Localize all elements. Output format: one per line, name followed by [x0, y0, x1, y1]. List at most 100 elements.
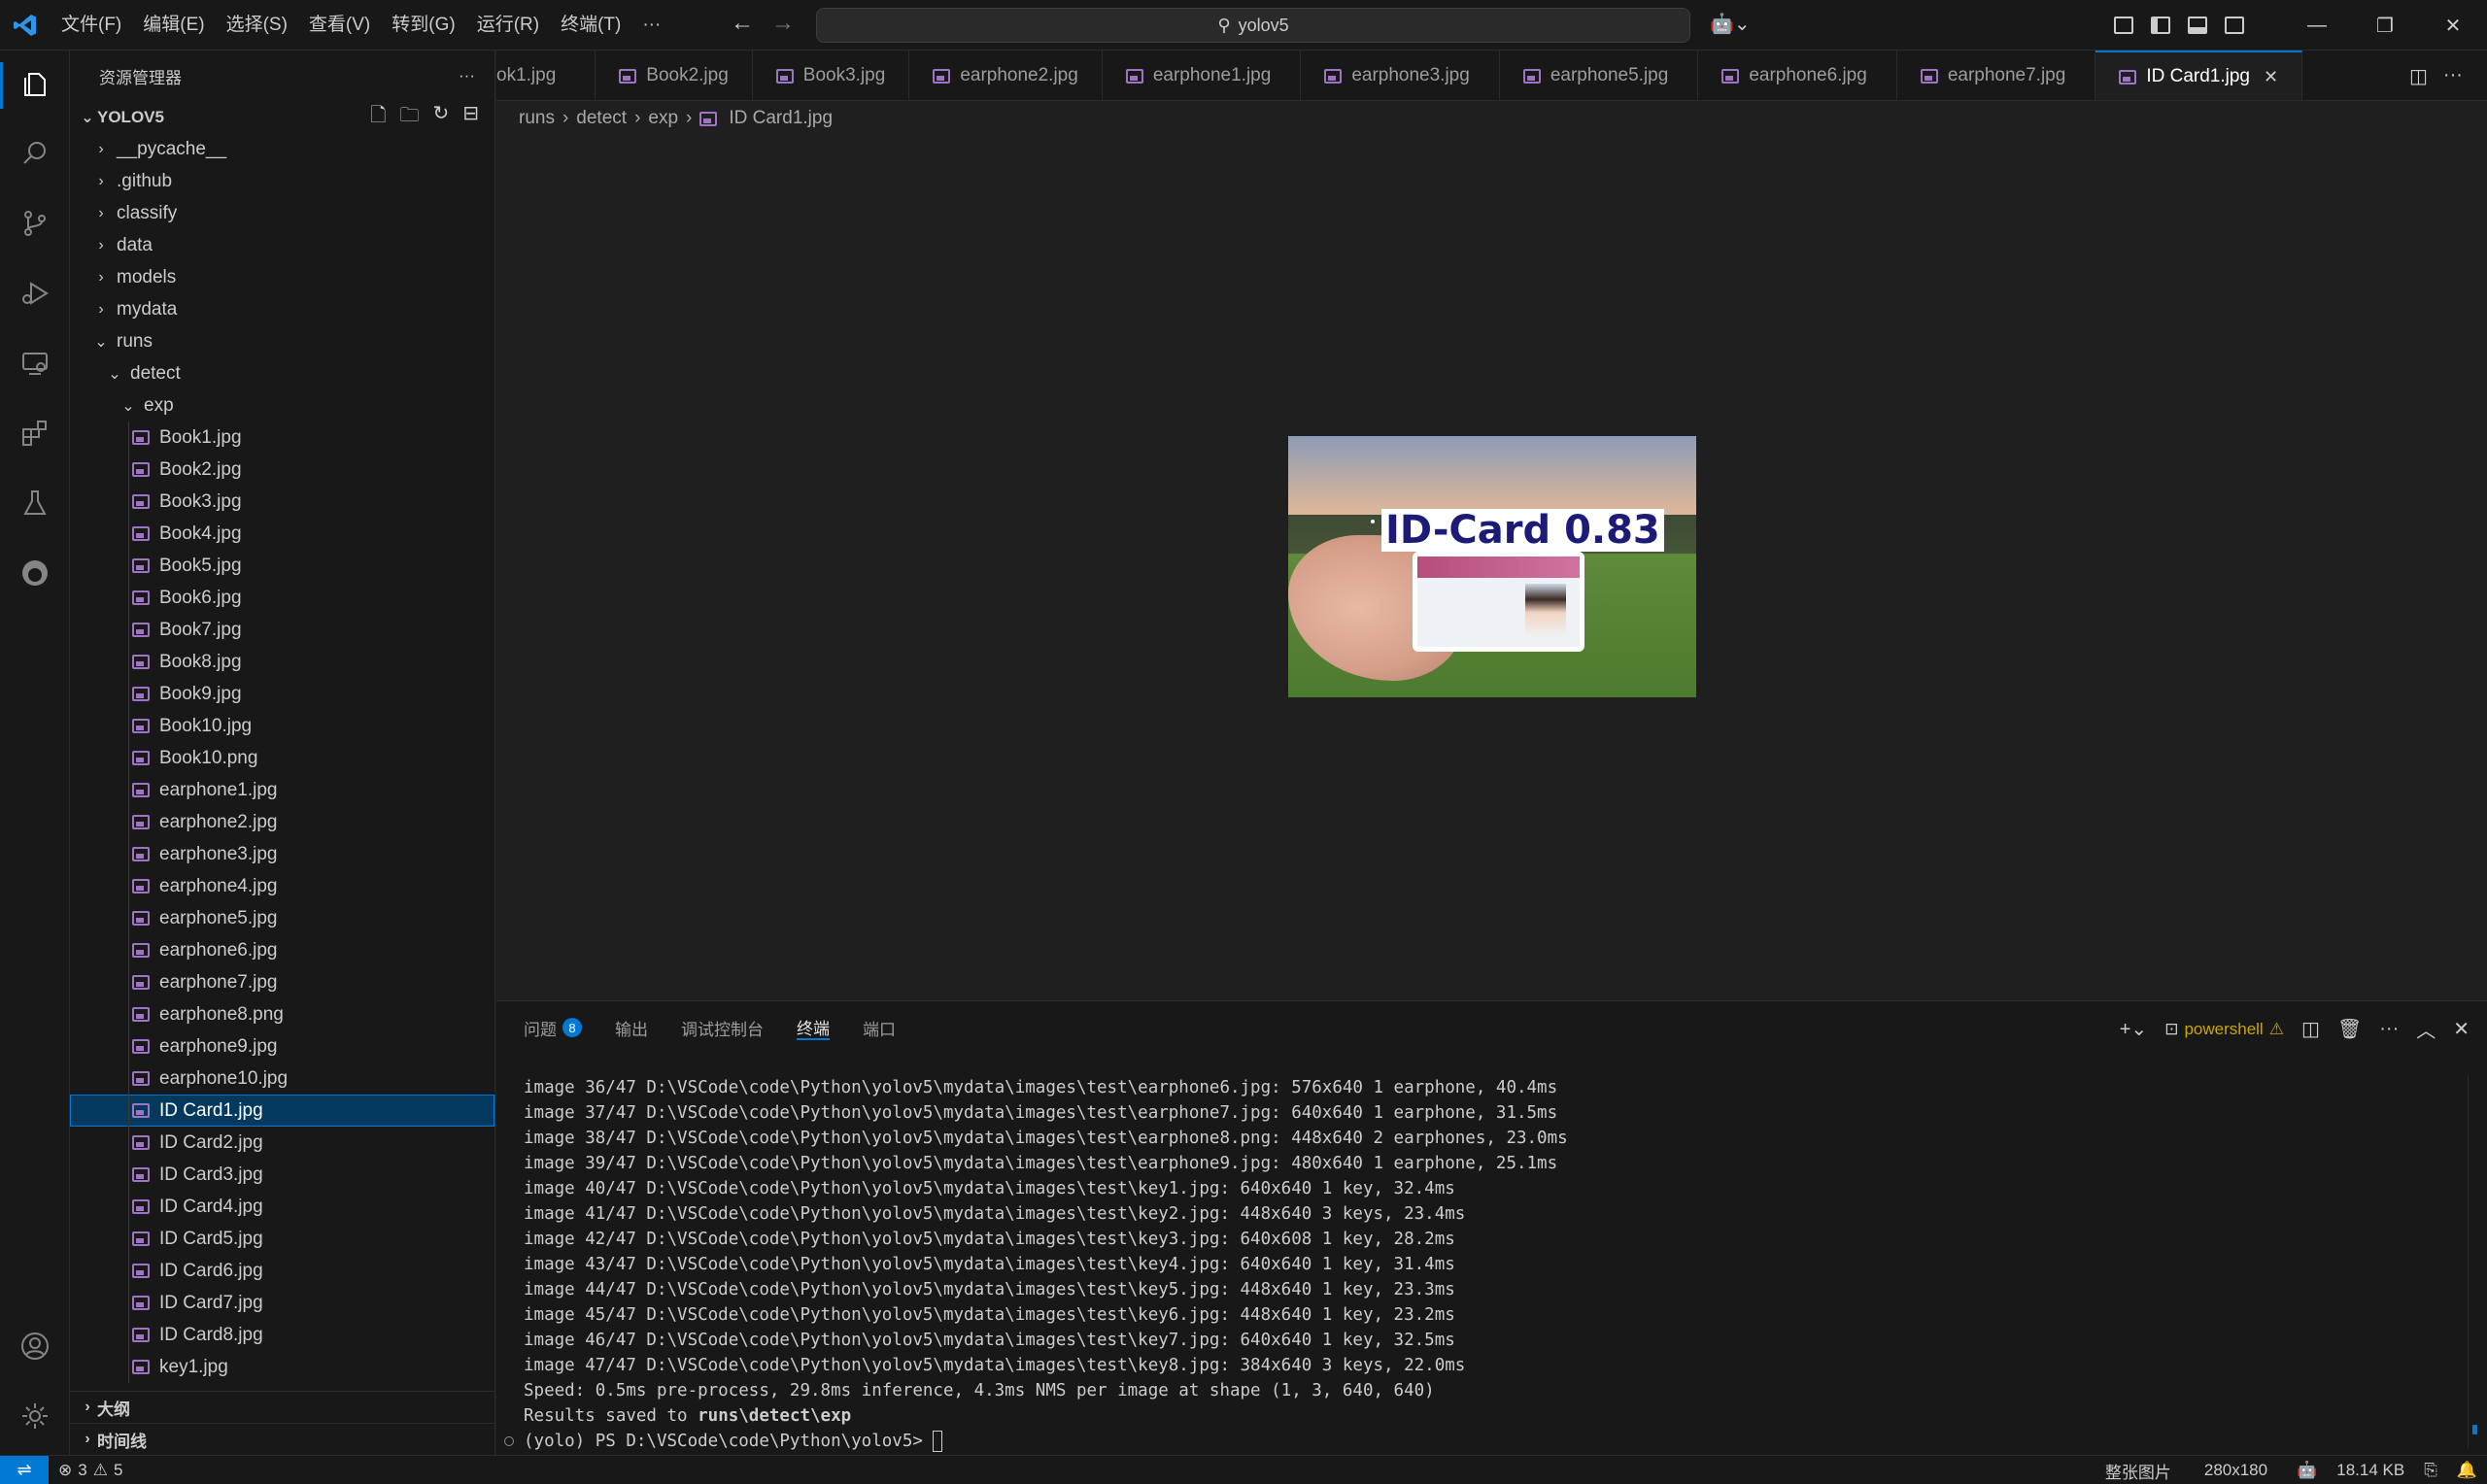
- file-item[interactable]: ID Card6.jpg: [70, 1255, 494, 1287]
- timeline-section[interactable]: › 时间线: [70, 1423, 495, 1455]
- editor-tab[interactable]: Book2.jpg: [596, 51, 753, 100]
- file-item[interactable]: earphone5.jpg: [70, 902, 494, 934]
- file-item[interactable]: Book6.jpg: [70, 582, 494, 614]
- file-item[interactable]: earphone9.jpg: [70, 1030, 494, 1062]
- notifications-bell-icon[interactable]: 🔔: [2447, 1461, 2487, 1480]
- menu-item[interactable]: 文件(F): [51, 0, 132, 51]
- file-item[interactable]: earphone3.jpg: [70, 838, 494, 870]
- close-panel-icon[interactable]: ✕: [2453, 1017, 2470, 1041]
- copilot-icon[interactable]: 🤖⌄: [1710, 12, 1751, 36]
- file-item[interactable]: earphone1.jpg: [70, 774, 494, 806]
- menu-item[interactable]: 查看(V): [298, 0, 381, 51]
- explorer-icon[interactable]: [16, 64, 54, 103]
- close-tab-icon[interactable]: ✕: [2264, 67, 2278, 87]
- folder-item[interactable]: › data: [70, 229, 494, 261]
- kill-terminal-icon[interactable]: 🗑: [2337, 1017, 2362, 1041]
- editor-tab[interactable]: earphone5.jpg: [1500, 51, 1699, 100]
- folder-item[interactable]: › .github: [70, 165, 494, 197]
- file-item[interactable]: earphone2.jpg: [70, 806, 494, 838]
- terminal-shell[interactable]: ⊡ powershell ⚠: [2164, 1020, 2284, 1039]
- copilot-status-icon[interactable]: 🤖: [2287, 1461, 2327, 1480]
- folder-item[interactable]: › classify: [70, 197, 494, 229]
- folder-item[interactable]: ⌄ detect: [70, 357, 494, 389]
- panel-tab[interactable]: 端口: [863, 1015, 896, 1040]
- file-item[interactable]: ID Card5.jpg: [70, 1223, 494, 1255]
- terminal-scrollbar[interactable]: [2468, 1075, 2481, 1448]
- folder-item[interactable]: › models: [70, 261, 494, 293]
- toggle-primary-sidebar-icon[interactable]: [2151, 17, 2170, 34]
- file-item[interactable]: Book4.jpg: [70, 518, 494, 550]
- accounts-icon[interactable]: [16, 1327, 54, 1366]
- folder-item[interactable]: ⌄ runs: [70, 325, 494, 357]
- remote-indicator-icon[interactable]: ⇌: [0, 1455, 49, 1484]
- breadcrumb-item[interactable]: exp: [648, 108, 678, 129]
- editor-tab[interactable]: earphone1.jpg: [1103, 51, 1302, 100]
- workspace-root[interactable]: ⌄ YOLOV5 🗋 🗀 ↻ ⊟: [70, 101, 494, 133]
- file-item[interactable]: Book1.jpg: [70, 422, 494, 454]
- restore-icon[interactable]: ❐: [2351, 14, 2419, 38]
- minimize-icon[interactable]: —: [2283, 15, 2351, 37]
- folder-item[interactable]: ⌄ exp: [70, 389, 494, 422]
- file-item[interactable]: key1.jpg: [70, 1351, 494, 1383]
- run-debug-icon[interactable]: [16, 274, 54, 313]
- more-actions-icon[interactable]: ···: [459, 66, 475, 85]
- close-window-icon[interactable]: ✕: [2419, 14, 2487, 38]
- file-item[interactable]: Book10.jpg: [70, 710, 494, 742]
- new-folder-icon[interactable]: 🗀: [399, 101, 419, 134]
- breadcrumb-item[interactable]: detect: [576, 108, 627, 129]
- editor-tab[interactable]: earphone7.jpg: [1897, 51, 2096, 100]
- menu-item[interactable]: 选择(S): [216, 0, 298, 51]
- settings-gear-icon[interactable]: [16, 1397, 54, 1435]
- file-item[interactable]: earphone10.jpg: [70, 1062, 494, 1095]
- file-item[interactable]: Book7.jpg: [70, 614, 494, 646]
- source-control-icon[interactable]: [16, 204, 54, 243]
- outline-section[interactable]: › 大纲: [70, 1391, 495, 1423]
- menu-item[interactable]: 转到(G): [381, 0, 465, 51]
- command-center-search[interactable]: ⚲ yolov5: [816, 8, 1690, 43]
- file-item[interactable]: ID Card3.jpg: [70, 1159, 494, 1191]
- more-actions-icon[interactable]: ···: [2379, 1018, 2399, 1040]
- toggle-panel-icon[interactable]: [2188, 17, 2207, 34]
- refresh-icon[interactable]: ↻: [432, 101, 449, 134]
- menu-item[interactable]: ···: [631, 0, 671, 51]
- toggle-secondary-sidebar-icon[interactable]: [2225, 17, 2244, 34]
- split-terminal-icon[interactable]: ◫: [2301, 1017, 2320, 1041]
- editor-tab[interactable]: Book3.jpg: [753, 51, 910, 100]
- file-item[interactable]: ID Card8.jpg: [70, 1319, 494, 1351]
- breadcrumb-item[interactable]: ID Card1.jpg: [729, 108, 833, 129]
- new-terminal-icon[interactable]: +⌄: [2120, 1017, 2147, 1041]
- panel-tab[interactable]: 终端: [797, 1015, 830, 1040]
- customize-layout-icon[interactable]: [2114, 17, 2133, 34]
- layout-icon[interactable]: ⎘: [2414, 1461, 2447, 1480]
- file-item[interactable]: Book5.jpg: [70, 550, 494, 582]
- file-item[interactable]: earphone4.jpg: [70, 870, 494, 902]
- menu-item[interactable]: 运行(R): [466, 0, 550, 51]
- extensions-icon[interactable]: [16, 414, 54, 453]
- editor-tab[interactable]: ID Card1.jpg ✕: [2095, 51, 2303, 100]
- file-item[interactable]: Book9.jpg: [70, 678, 494, 710]
- new-file-icon[interactable]: 🗋: [370, 101, 386, 134]
- file-item[interactable]: Book10.png: [70, 742, 494, 774]
- testing-icon[interactable]: [16, 484, 54, 523]
- editor-tab[interactable]: earphone3.jpg: [1301, 51, 1500, 100]
- menu-item[interactable]: 编辑(E): [132, 0, 215, 51]
- file-item[interactable]: Book2.jpg: [70, 454, 494, 486]
- file-item[interactable]: Book3.jpg: [70, 486, 494, 518]
- problems-status[interactable]: ⊗ 3 ⚠ 5: [49, 1461, 132, 1480]
- search-icon[interactable]: [16, 134, 54, 173]
- file-item[interactable]: Book8.jpg: [70, 646, 494, 678]
- panel-tab[interactable]: 调试控制台: [681, 1015, 764, 1040]
- collapse-all-icon[interactable]: ⊟: [462, 101, 479, 134]
- folder-item[interactable]: › mydata: [70, 293, 494, 325]
- maximize-panel-icon[interactable]: ︿: [2416, 1015, 2436, 1043]
- image-zoom-mode[interactable]: 整张图片: [2095, 1459, 2181, 1483]
- file-item[interactable]: ID Card7.jpg: [70, 1287, 494, 1319]
- github-icon[interactable]: [16, 554, 54, 592]
- file-item[interactable]: ID Card2.jpg: [70, 1127, 494, 1159]
- remote-explorer-icon[interactable]: [16, 344, 54, 383]
- terminal-output[interactable]: image 36/47 D:\VSCode\code\Python\yolov5…: [524, 1075, 1568, 1454]
- more-actions-icon[interactable]: ···: [2443, 64, 2463, 88]
- forward-arrow-icon[interactable]: →: [771, 10, 795, 37]
- breadcrumb-item[interactable]: runs: [519, 108, 555, 129]
- file-item[interactable]: earphone6.jpg: [70, 934, 494, 966]
